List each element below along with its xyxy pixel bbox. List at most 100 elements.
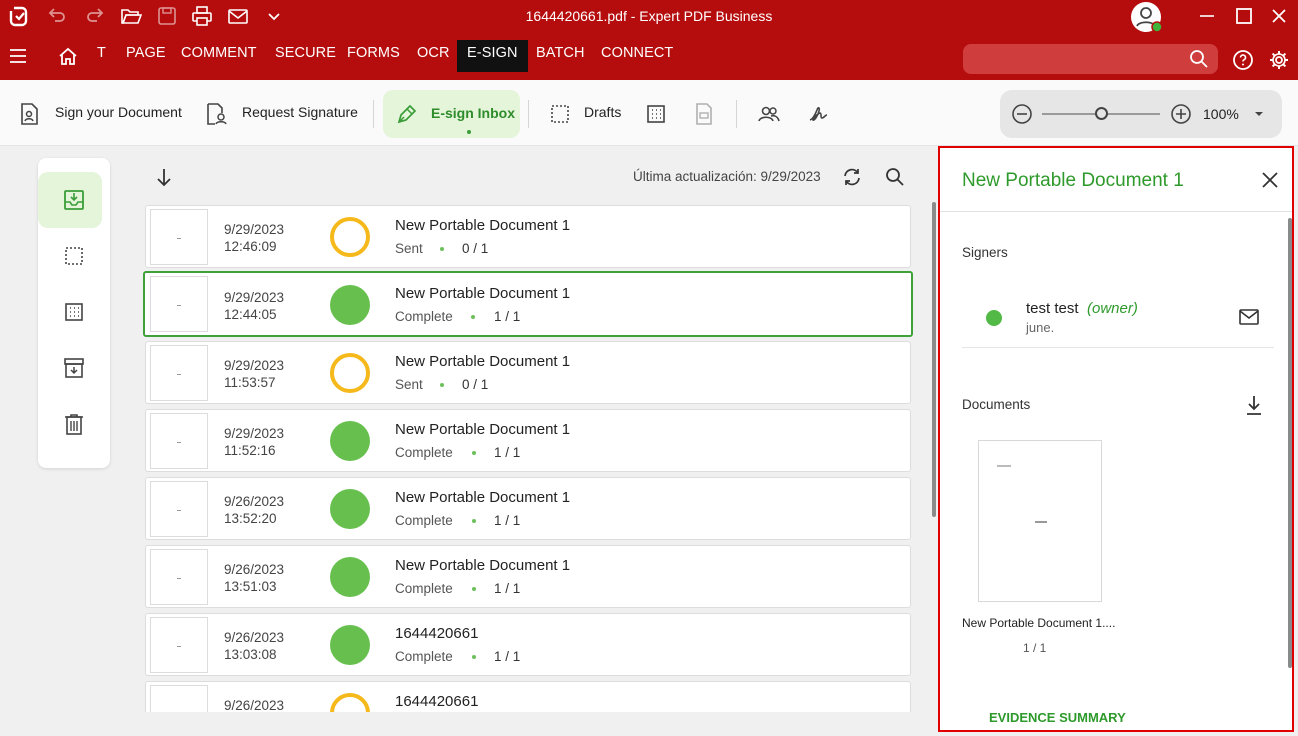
document-status: Complete <box>395 309 453 324</box>
document-date: 9/26/2023 <box>224 630 285 645</box>
help-icon[interactable] <box>1232 49 1254 71</box>
close-icon[interactable] <box>1268 5 1290 27</box>
zoom-slider[interactable] <box>1042 107 1160 120</box>
document-date: 9/26/2023 <box>224 494 285 509</box>
zoom-dropdown-icon[interactable] <box>1247 102 1271 126</box>
document-status: Sent <box>395 241 423 256</box>
maximize-icon[interactable] <box>1233 5 1255 27</box>
document-row[interactable]: 9/26/2023 13:51:03 New Portable Document… <box>145 545 911 608</box>
status-complete-icon <box>330 285 370 325</box>
signer-row: test test (owner) june. <box>962 286 1274 348</box>
preview-text-line <box>997 465 1011 467</box>
document-thumbnail <box>150 549 208 605</box>
documents-heading: Documents <box>962 397 1031 412</box>
document-time: 11:53:57 <box>224 375 276 390</box>
zoom-level[interactable]: 100% <box>1203 106 1239 122</box>
status-pending-icon <box>330 693 370 712</box>
status-complete-icon <box>330 489 370 529</box>
separator-dot <box>471 315 475 319</box>
zoom-in-icon[interactable] <box>1169 102 1193 126</box>
document-status: Complete <box>395 649 453 664</box>
document-date: 9/26/2023 <box>224 562 285 577</box>
document-date: 9/29/2023 <box>224 290 285 305</box>
list-scrollbar[interactable] <box>932 202 936 517</box>
separator-dot <box>440 383 444 387</box>
document-name: New Portable Document 1 <box>395 217 571 234</box>
signed-count: 1 / 1 <box>494 309 521 324</box>
document-date: 9/29/2023 <box>224 222 285 237</box>
signers-heading: Signers <box>962 245 1008 260</box>
document-pages: 1 / 1 <box>1023 641 1047 655</box>
document-thumbnail <box>150 209 208 265</box>
download-icon[interactable] <box>1243 394 1265 416</box>
separator-dot <box>472 587 476 591</box>
document-time: 13:03:08 <box>224 647 277 662</box>
gear-icon[interactable] <box>1268 49 1290 71</box>
preview-text-line <box>1035 521 1047 523</box>
zoom-control: 100% <box>1000 90 1282 138</box>
search-input[interactable] <box>963 44 1218 74</box>
document-row[interactable]: 9/29/2023 12:46:09 New Portable Document… <box>145 205 911 268</box>
close-panel-icon[interactable] <box>1259 169 1281 191</box>
evidence-summary-link[interactable]: EVIDENCE SUMMARY <box>989 710 1126 725</box>
document-row[interactable]: 9/26/2023 13:03:08 1644420661 Complete 1… <box>145 613 911 676</box>
document-thumbnail <box>150 413 208 469</box>
signed-count: 0 / 1 <box>462 377 489 392</box>
document-name: 1644420661 <box>395 693 479 710</box>
status-pending-icon <box>330 217 370 257</box>
signed-count: 0 / 1 <box>462 241 489 256</box>
document-status: Sent <box>395 377 423 392</box>
signed-count: 1 / 1 <box>494 445 521 460</box>
zoom-out-icon[interactable] <box>1010 102 1034 126</box>
email-signer-icon[interactable] <box>1238 306 1260 328</box>
document-thumbnail <box>150 276 208 332</box>
document-row[interactable]: 9/26/2023 13:52:20 New Portable Document… <box>145 477 911 540</box>
document-row[interactable]: 9/26/2023 1644420661 <box>145 681 911 712</box>
document-status: Complete <box>395 513 453 528</box>
document-row-selected[interactable]: 9/29/2023 12:44:05 New Portable Document… <box>143 271 913 337</box>
signed-count: 1 / 1 <box>494 513 521 528</box>
status-pending-icon <box>330 353 370 393</box>
document-name: New Portable Document 1 <box>395 557 571 574</box>
document-thumbnail <box>150 685 208 712</box>
search-icon[interactable] <box>1188 48 1210 70</box>
separator-dot <box>440 247 444 251</box>
status-complete-icon <box>330 625 370 665</box>
panel-divider <box>940 211 1292 212</box>
separator-dot <box>472 519 476 523</box>
document-thumbnail <box>150 345 208 401</box>
document-time: 11:52:16 <box>224 443 276 458</box>
signer-name: test test <box>1026 300 1079 317</box>
separator-dot <box>472 451 476 455</box>
document-name: New Portable Document 1 <box>395 489 571 506</box>
signed-count: 1 / 1 <box>494 649 521 664</box>
document-thumbnail <box>150 617 208 673</box>
document-status: Complete <box>395 581 453 596</box>
document-caption: New Portable Document 1.... <box>962 616 1116 630</box>
status-complete-icon <box>330 557 370 597</box>
signed-count: 1 / 1 <box>494 581 521 596</box>
document-preview[interactable] <box>978 440 1102 602</box>
zoom-slider-thumb[interactable] <box>1095 107 1108 120</box>
document-name: New Portable Document 1 <box>395 353 571 370</box>
signer-role: (owner) <box>1087 300 1138 317</box>
status-complete-icon <box>330 421 370 461</box>
panel-title: New Portable Document 1 <box>962 170 1184 191</box>
panel-scrollbar[interactable] <box>1288 218 1292 668</box>
document-row[interactable]: 9/29/2023 11:52:16 New Portable Document… <box>145 409 911 472</box>
document-thumbnail <box>150 481 208 537</box>
document-row[interactable]: 9/29/2023 11:53:57 New Portable Document… <box>145 341 911 404</box>
separator-dot <box>472 655 476 659</box>
user-avatar-icon[interactable] <box>1130 1 1162 33</box>
document-time: 13:51:03 <box>224 579 277 594</box>
document-date: 9/29/2023 <box>224 426 285 441</box>
document-detail-panel: New Portable Document 1 Signers test tes… <box>938 146 1294 732</box>
minimize-icon[interactable] <box>1196 5 1218 27</box>
document-time: 13:52:20 <box>224 511 277 526</box>
document-date: 9/26/2023 <box>224 698 285 712</box>
signer-status-dot <box>986 310 1002 326</box>
document-status: Complete <box>395 445 453 460</box>
document-date: 9/29/2023 <box>224 358 285 373</box>
document-time: 12:44:05 <box>224 307 277 322</box>
signer-note: june. <box>1026 320 1055 335</box>
